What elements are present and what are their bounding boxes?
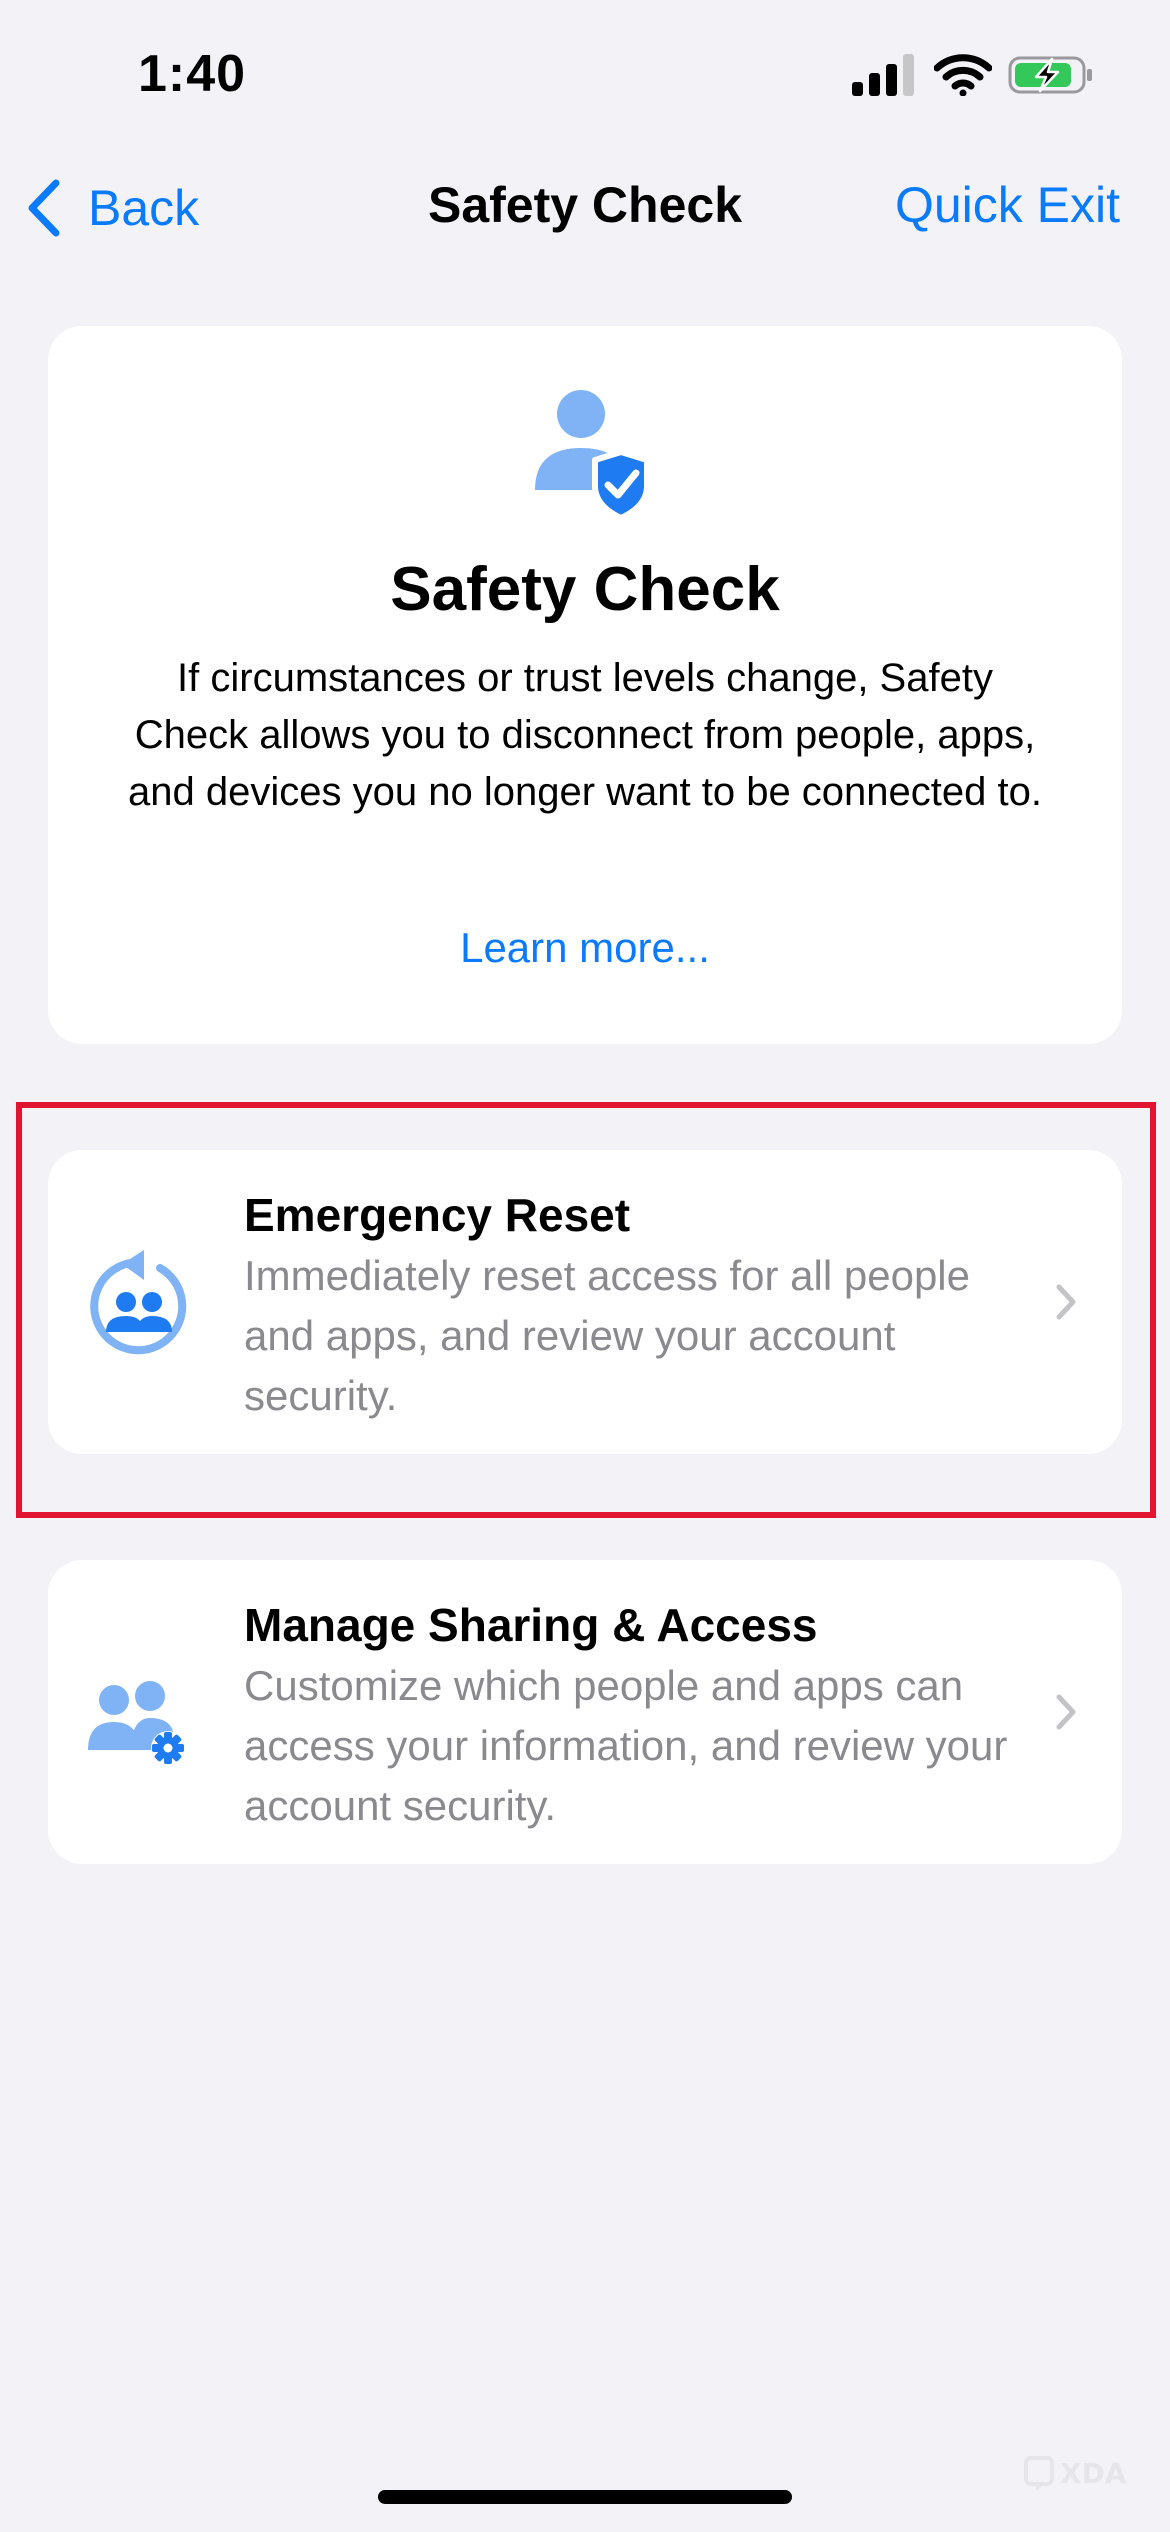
- emergency-reset-icon: [90, 1250, 187, 1355]
- quick-exit-button[interactable]: Quick Exit: [895, 176, 1120, 234]
- back-button[interactable]: Back: [24, 170, 199, 246]
- safety-check-screen: 1:40 Back Safety Check Quick Exit Safety…: [0, 0, 1170, 2532]
- battery-charging-icon: [1008, 56, 1092, 94]
- emergency-reset-title: Emergency Reset: [244, 1189, 631, 1241]
- xda-logo-icon: XDA: [1024, 2456, 1127, 2491]
- status-time: 1:40: [138, 45, 247, 103]
- back-label: Back: [88, 180, 200, 236]
- chevron-right-icon: [1056, 1284, 1076, 1320]
- manage-sharing-access-button[interactable]: Manage Sharing & Access Customize which …: [48, 1560, 1122, 1864]
- emergency-reset-button[interactable]: Emergency Reset Immediately reset access…: [48, 1150, 1122, 1454]
- wifi-icon: [934, 54, 992, 96]
- hero-title: Safety Check: [390, 555, 780, 624]
- emergency-reset-description: Immediately reset access for all people …: [244, 1252, 970, 1419]
- chevron-left-icon: [28, 179, 60, 237]
- person-shield-check-icon: [535, 390, 650, 521]
- manage-sharing-title: Manage Sharing & Access: [244, 1599, 818, 1651]
- hero-description: If circumstances or trust levels change,…: [128, 656, 1042, 814]
- chevron-right-icon: [1056, 1694, 1076, 1730]
- cellular-signal-icon: [852, 54, 914, 96]
- people-gear-icon: [88, 1681, 185, 1765]
- manage-sharing-description: Customize which people and apps can acce…: [244, 1662, 1008, 1829]
- learn-more-link[interactable]: Learn more...: [48, 924, 1122, 972]
- watermark-text: XDA: [1060, 2457, 1127, 2490]
- safety-check-intro-card: Safety Check If circumstances or trust l…: [48, 326, 1122, 1044]
- home-indicator[interactable]: [378, 2490, 792, 2504]
